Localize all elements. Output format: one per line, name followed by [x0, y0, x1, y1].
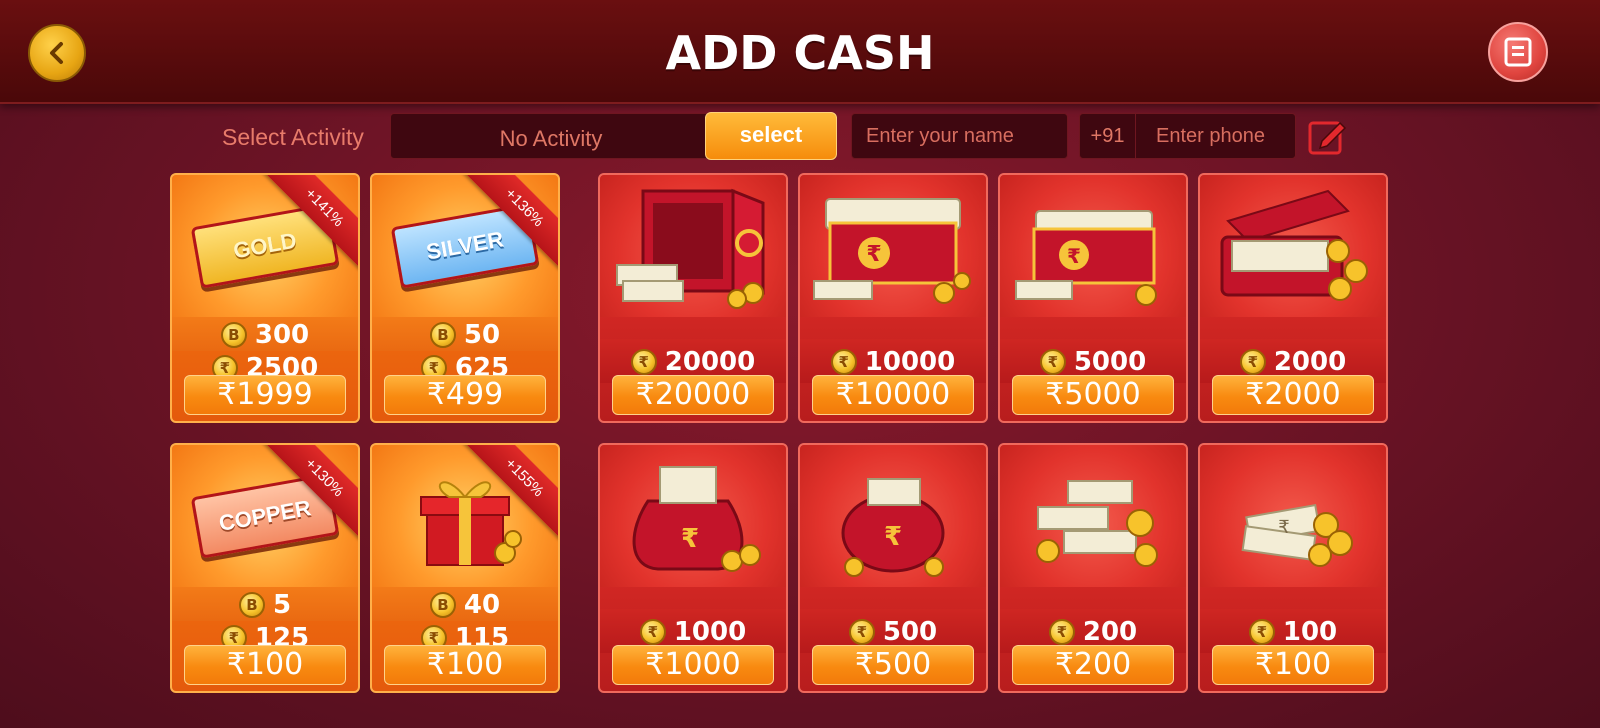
rupee-coin-icon: ₹ — [1039, 348, 1066, 375]
bonus-amount-row: B 300 — [172, 317, 358, 351]
bonus-amount-row: B 50 — [372, 317, 558, 351]
name-input[interactable] — [852, 114, 1067, 158]
pack-art: ₹ — [800, 445, 986, 587]
buy-button[interactable]: ₹5000 — [1012, 375, 1174, 415]
top-bar: ADD CASH — [0, 0, 1600, 104]
special-pack-card[interactable]: GOLD +141% B 300 ₹2500 ₹1999 — [170, 173, 360, 423]
bonus-amount-row: B 40 — [372, 587, 558, 621]
pack-art: ₹ — [800, 175, 986, 317]
rupee-coin-icon: ₹ — [1048, 618, 1075, 645]
buy-button[interactable]: ₹20000 — [612, 375, 774, 415]
buy-button[interactable]: ₹2000 — [1212, 375, 1374, 415]
activity-value: No Activity — [499, 126, 603, 151]
money-pot-icon: ₹ — [841, 478, 945, 577]
svg-text:₹: ₹ — [884, 522, 902, 552]
pack-art: ₹ — [600, 445, 786, 587]
bonus-coin-icon: B — [238, 591, 265, 618]
buy-button[interactable]: ₹500 — [812, 645, 974, 685]
cash-pack-card[interactable]: ₹ ₹10000 ₹10000 — [798, 173, 988, 423]
cash-pack-card[interactable]: ₹20000 ₹20000 — [598, 173, 788, 423]
rupee-coin-icon: ₹ — [830, 348, 857, 375]
cash-pack-card[interactable]: ₹ ₹5000 ₹5000 — [998, 173, 1188, 423]
page-title: ADD CASH — [665, 26, 935, 80]
phone-field[interactable]: +91 — [1079, 113, 1296, 159]
pack-art — [600, 175, 786, 317]
records-button[interactable] — [1488, 22, 1548, 82]
svg-text:₹: ₹ — [866, 242, 881, 267]
bonus-coin-icon: B — [429, 591, 456, 618]
buy-button[interactable]: ₹499 — [384, 375, 546, 415]
cash-pack-card[interactable]: ₹2000 ₹2000 — [1198, 173, 1388, 423]
pack-art: ₹ — [1200, 445, 1386, 587]
special-pack-card[interactable]: COPPER +130% B5 ₹125 ₹100 — [170, 443, 360, 693]
cash-chest-icon: ₹ — [813, 198, 971, 304]
buy-button[interactable]: ₹10000 — [812, 375, 974, 415]
cash-pack-card[interactable]: ₹ ₹1000 ₹1000 — [598, 443, 788, 693]
phone-input[interactable] — [1136, 114, 1296, 158]
receipt-icon — [1504, 37, 1532, 67]
special-pack-card[interactable]: +155% B 40 ₹115 ₹100 — [370, 443, 560, 693]
activity-field[interactable]: No Activity select — [390, 112, 837, 160]
cash-chest-icon: ₹ — [1015, 210, 1157, 306]
svg-text:₹: ₹ — [1278, 517, 1289, 538]
bonus-coin-icon: B — [429, 321, 456, 348]
money-bag-icon: ₹ — [632, 466, 761, 572]
buy-button[interactable]: ₹1000 — [612, 645, 774, 685]
safe-icon — [616, 188, 765, 309]
buy-button[interactable]: ₹1999 — [184, 375, 346, 415]
bonus-coin-icon: B — [220, 321, 247, 348]
suitcase-icon — [1220, 189, 1368, 301]
buy-button[interactable]: ₹100 — [184, 645, 346, 685]
cash-stacks-icon — [1036, 480, 1158, 567]
name-field[interactable] — [851, 113, 1068, 159]
pack-art — [1000, 445, 1186, 587]
edit-button[interactable] — [1306, 115, 1348, 157]
svg-text:₹: ₹ — [681, 524, 699, 554]
rupee-coin-icon: ₹ — [630, 348, 657, 375]
cash-pack-card[interactable]: ₹200 ₹200 — [998, 443, 1188, 693]
buy-button[interactable]: ₹100 — [384, 645, 546, 685]
bonus-amount-row: B5 — [172, 587, 358, 621]
rupee-coin-icon: ₹ — [639, 618, 666, 645]
rupee-coin-icon: ₹ — [1239, 348, 1266, 375]
activity-label: Select Activity — [222, 124, 364, 150]
cash-notes-icon: ₹ — [1241, 503, 1353, 567]
buy-button[interactable]: ₹200 — [1012, 645, 1174, 685]
rupee-coin-icon: ₹ — [1248, 618, 1275, 645]
cash-pack-card[interactable]: ₹ ₹500 ₹500 — [798, 443, 988, 693]
select-activity-button[interactable]: select — [705, 112, 837, 160]
rupee-coin-icon: ₹ — [848, 618, 875, 645]
special-pack-card[interactable]: SILVER +136% B 50 ₹625 ₹499 — [370, 173, 560, 423]
pack-art — [1200, 175, 1386, 317]
pack-art: ₹ — [1000, 175, 1186, 317]
svg-text:₹: ₹ — [1067, 244, 1081, 268]
edit-icon — [1308, 121, 1347, 155]
cash-pack-card[interactable]: ₹ ₹100 ₹100 — [1198, 443, 1388, 693]
buy-button[interactable]: ₹100 — [1212, 645, 1374, 685]
phone-country-code: +91 — [1080, 114, 1136, 158]
